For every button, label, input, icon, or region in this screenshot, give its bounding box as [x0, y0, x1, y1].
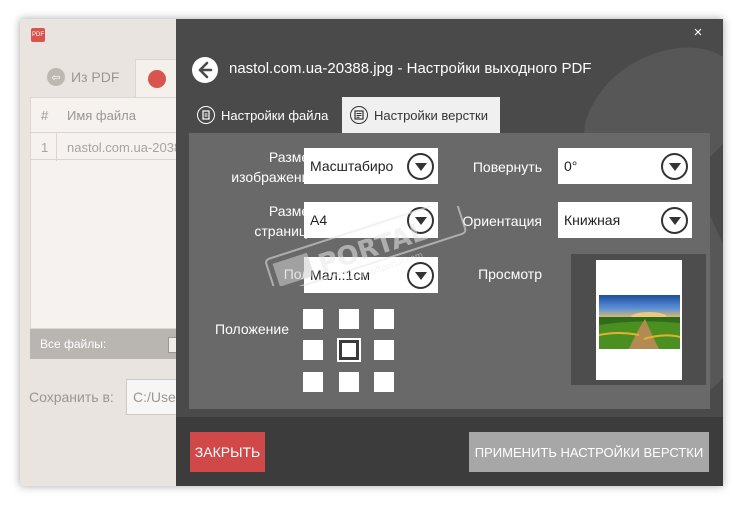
- apply-layout-button[interactable]: ПРИМЕНИТЬ НАСТРОЙКИ ВЕРСТКИ: [469, 432, 709, 472]
- preview-page: [596, 260, 682, 380]
- layout-settings-panel: Размер изображения Масштабиро Размер стр…: [189, 133, 710, 409]
- file-settings-icon: [197, 106, 215, 124]
- dropdown-chevron-icon: [661, 206, 688, 234]
- page-size-value: A4: [310, 212, 328, 228]
- rotate-select[interactable]: 0°: [558, 148, 692, 184]
- position-bottom-center[interactable]: [339, 372, 359, 392]
- row-divider: [56, 133, 57, 161]
- pdf-settings-dialog: × nastol.com.ua-20388.jpg - Настройки вы…: [176, 19, 723, 486]
- tab-file-settings[interactable]: Настройки файла: [189, 97, 341, 133]
- image-size-label-line1: Размер: [268, 149, 317, 165]
- column-header-filename: Имя файла: [67, 107, 136, 123]
- position-bottom-right[interactable]: [374, 372, 394, 392]
- column-header-number: #: [41, 107, 49, 123]
- page-size-label-line1: Размер: [268, 203, 317, 219]
- preview-label: Просмотр: [478, 266, 542, 282]
- file-table: # Имя файла 1 nastol.com.ua-2038: [30, 97, 196, 329]
- position-top-right[interactable]: [374, 309, 394, 329]
- position-top-left[interactable]: [303, 309, 323, 329]
- image-size-value: Масштабиро: [310, 158, 394, 174]
- dropdown-chevron-icon: [407, 261, 434, 289]
- rotate-label: Повернуть: [472, 159, 542, 175]
- all-files-footer: Все файлы:: [30, 329, 196, 359]
- dropdown-chevron-icon: [661, 152, 688, 180]
- image-size-label-line2: изображения: [231, 169, 317, 185]
- row-number: 1: [41, 139, 49, 155]
- orientation-value: Книжная: [564, 212, 621, 228]
- layout-settings-icon: [350, 106, 368, 124]
- close-button[interactable]: ЗАКРЫТЬ: [190, 432, 265, 472]
- save-to-label: Сохранить в:: [29, 389, 114, 405]
- position-middle-left[interactable]: [303, 340, 323, 360]
- from-pdf-icon: ⇦: [47, 68, 65, 86]
- tab-from-pdf[interactable]: ⇦ Из PDF: [33, 59, 131, 95]
- margins-value: Мал.:1см: [310, 267, 370, 283]
- table-row[interactable]: 1 nastol.com.ua-2038: [31, 132, 195, 161]
- margins-select[interactable]: Мал.:1см: [304, 257, 438, 293]
- tab-from-pdf-label: Из PDF: [71, 69, 120, 85]
- dialog-footer: ЗАКРЫТЬ ПРИМЕНИТЬ НАСТРОЙКИ ВЕРСТКИ: [176, 417, 723, 486]
- page-preview: [571, 254, 706, 385]
- close-icon[interactable]: ×: [688, 22, 708, 42]
- tab-layout-settings[interactable]: Настройки верстки: [342, 97, 500, 133]
- tab-layout-settings-label: Настройки верстки: [374, 107, 488, 123]
- dropdown-chevron-icon: [407, 206, 434, 234]
- to-pdf-icon: [148, 70, 166, 88]
- rotate-value: 0°: [564, 158, 578, 174]
- app-icon: PDF: [31, 28, 45, 42]
- orientation-label: Ориентация: [462, 213, 542, 229]
- position-middle-right[interactable]: [374, 340, 394, 360]
- tab-file-settings-label: Настройки файла: [221, 107, 329, 123]
- position-center-selected[interactable]: [337, 338, 361, 362]
- page-size-label-line2: страницы: [254, 223, 317, 239]
- position-top-center[interactable]: [339, 309, 359, 329]
- all-files-label: Все файлы:: [40, 337, 107, 351]
- preview-image: [599, 295, 680, 349]
- orientation-select[interactable]: Книжная: [558, 202, 692, 238]
- page-size-select[interactable]: A4: [304, 202, 438, 238]
- image-size-label: Размер изображения: [209, 147, 317, 187]
- dropdown-chevron-icon: [407, 152, 434, 180]
- image-size-select[interactable]: Масштабиро: [304, 148, 438, 184]
- margins-label: Поля: [283, 266, 317, 282]
- page-size-label: Размер страницы: [209, 201, 317, 241]
- position-bottom-left[interactable]: [303, 372, 323, 392]
- back-arrow-icon[interactable]: [191, 56, 219, 84]
- dialog-title: nastol.com.ua-20388.jpg - Настройки выхо…: [229, 60, 592, 77]
- position-label: Положение: [215, 321, 289, 337]
